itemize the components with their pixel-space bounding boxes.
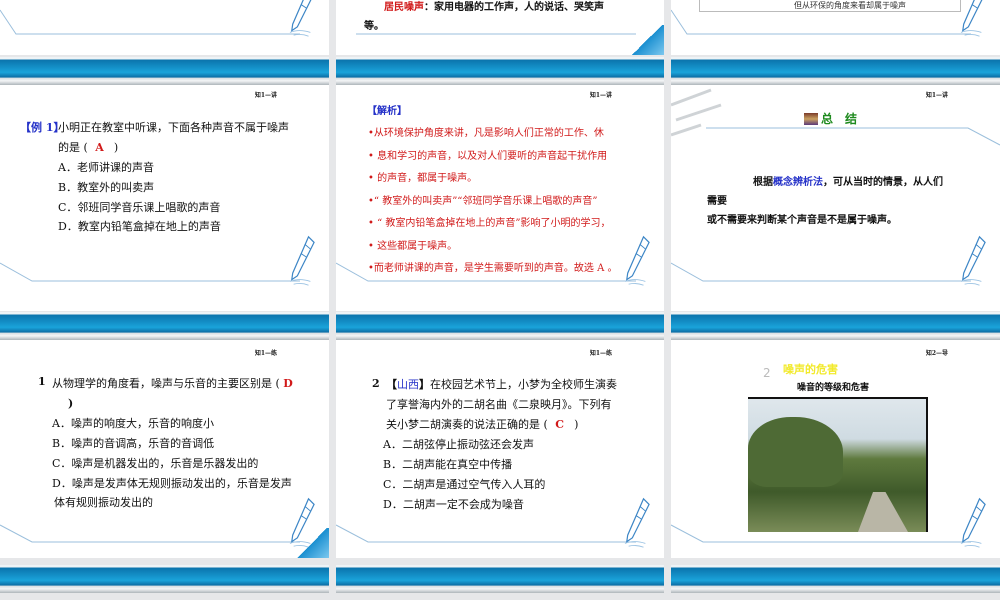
books-icon <box>804 113 818 125</box>
column-2: 居民噪声：家用电器的工作声，人的说话、哭笑声 等。 知1—讲 【解析】 •从环境… <box>336 0 664 600</box>
option: A．噪声的响度大，乐音的响度小 <box>52 417 214 430</box>
slide-banner <box>336 312 664 340</box>
analysis-line: •“ 教室外的叫卖声”“邻班同学音乐课上唱歌的声音” <box>368 196 598 207</box>
option: B．噪声的音调高，乐音的音调低 <box>52 437 215 450</box>
slide-analysis[interactable]: 知1—讲 【解析】 •从环境保护角度来讲，凡是影响人们正常的工作、休 • 息和学… <box>336 85 664 311</box>
question-text: 关小梦二胡演奏的说法正确的是 ( C) <box>386 418 579 431</box>
slide-banner <box>0 57 329 85</box>
option: B．教室外的叫卖声 <box>58 181 155 194</box>
pen-icon <box>289 0 315 37</box>
option: D．教室内铅笔盒掉在地上的声音 <box>58 220 221 233</box>
analysis-title: 【解析】 <box>367 106 407 117</box>
decor-line <box>671 262 971 282</box>
slide-banner <box>336 565 664 593</box>
pen-icon <box>960 498 986 548</box>
option: D．噪声是发声体无规则振动发出的，乐音是发声 <box>52 477 292 490</box>
header-tag: 知1—讲 <box>925 92 948 99</box>
summary-title: 总 结 <box>821 112 858 126</box>
option: C．噪声是机器发出的，乐音是乐器发出的 <box>52 457 259 470</box>
slide-practice-2[interactable]: 知1—练 2 【山西】在校园艺术节上，小梦为全校师生演奏 了享誉海内外的二胡名曲… <box>336 340 664 558</box>
method-highlight: 概念辨析法 <box>773 177 823 188</box>
header-tag: 知1—练 <box>589 350 612 357</box>
column-3: 但从环保的角度来看却属于噪声 知1—讲 总 结 根据概念辨析法，可从当时的情景，… <box>671 0 1000 600</box>
question-number: 2 <box>372 377 380 390</box>
slide-banner <box>671 312 1000 340</box>
option: A．二胡弦停止振动弦还会发声 <box>383 438 534 451</box>
analysis-line: • “ 教室内铅笔盒掉在地上的声音”影响了小明的学习， <box>368 218 611 229</box>
option: D．二胡声一定不会成为噪音 <box>383 498 524 511</box>
header-tag: 知1—讲 <box>254 92 277 99</box>
slide-thumbnail[interactable]: 居民噪声：家用电器的工作声，人的说话、哭笑声 等。 <box>336 0 664 55</box>
question-text: ) <box>68 397 74 410</box>
answer: D <box>283 377 293 390</box>
analysis-line: • 这些都属于噪声。 <box>368 241 458 252</box>
option: C．邻班同学音乐课上唱歌的声音 <box>58 201 221 214</box>
pen-icon <box>624 236 650 286</box>
slide-summary[interactable]: 知1—讲 总 结 根据概念辨析法，可从当时的情景，从人们 需要 或不需要来判断某… <box>671 85 1000 311</box>
pen-icon <box>289 236 315 286</box>
video-subtitle: 噪音的等级和危害 <box>797 383 870 393</box>
slide-noise-harm[interactable]: 知2—导 2 噪声的危害 噪音的等级和危害 <box>671 340 1000 558</box>
decor-line <box>336 262 636 282</box>
question-number: 1 <box>38 375 46 388</box>
decor-line <box>0 262 300 282</box>
slide-banner <box>336 57 664 85</box>
summary-text: 根据概念辨析法，可从当时的情景，从人们 <box>753 177 943 188</box>
header-tag: 知2—导 <box>925 350 948 357</box>
analysis-line: •从环境保护角度来讲，凡是影响人们正常的工作、休 <box>368 128 604 139</box>
decor-line <box>671 9 971 35</box>
analysis-line: • 的声音，都属于噪声。 <box>368 173 478 184</box>
slide-banner <box>671 565 1000 593</box>
analysis-line: • 息和学习的声音，以及对人们要听的声音起干扰作用 <box>368 151 608 162</box>
header-tag: 知1—讲 <box>589 92 612 99</box>
summary-text: 需要 <box>707 196 727 207</box>
question-text: 的是 ( A) <box>58 141 119 154</box>
decor-line <box>0 9 300 35</box>
slide-thumbnail[interactable]: 但从环保的角度来看却属于噪声 <box>671 0 1000 55</box>
decor-line <box>671 524 971 543</box>
answer: A <box>95 141 104 154</box>
video-frame-park-path[interactable] <box>748 397 928 532</box>
pen-icon <box>960 236 986 286</box>
header-tag: 知1—练 <box>254 350 277 357</box>
section-number: 2 <box>763 366 771 380</box>
answer: C <box>555 418 565 431</box>
option: B．二胡声能在真空中传播 <box>383 458 513 471</box>
slide-practice-1[interactable]: 知1—练 1 从物理学的角度看，噪声与乐音的主要区别是 ( D ) A．噪声的响… <box>0 340 329 558</box>
column-1: 知1—讲 【例 1】 小明正在教室中听课，下面各种声音不属于噪声 的是 ( A)… <box>0 0 329 600</box>
decor-line <box>336 524 636 543</box>
decor-line <box>356 33 636 35</box>
question-text: 了享誉海内外的二胡名曲《二泉映月》。下列有 <box>386 398 612 411</box>
pen-icon <box>624 498 650 548</box>
decor-line <box>706 127 1000 146</box>
question-text: 从物理学的角度看，噪声与乐音的主要区别是 ( D <box>52 377 293 390</box>
source-tag: 山西 <box>397 378 419 391</box>
slide-banner <box>0 312 329 340</box>
section-title: 噪声的危害 <box>783 363 838 376</box>
question-text: 【山西】在校园艺术节上，小梦为全校师生演奏 <box>386 378 617 391</box>
tree <box>748 417 843 487</box>
option: A．老师讲课的声音 <box>58 161 154 174</box>
slide-banner <box>671 57 1000 85</box>
slide-banner <box>0 565 329 593</box>
slide-example-1[interactable]: 知1—讲 【例 1】 小明正在教室中听课，下面各种声音不属于噪声 的是 ( A)… <box>0 85 329 311</box>
slide-thumbnail[interactable] <box>0 0 329 55</box>
pen-icon <box>960 0 986 37</box>
question-text: 小明正在教室中听课，下面各种声音不属于噪声 <box>58 121 289 134</box>
decor-line <box>0 524 300 543</box>
option-continued: 体有规则振动发出的 <box>54 496 153 509</box>
option: C．二胡声是通过空气传入人耳的 <box>383 478 546 491</box>
summary-text: 或不需要来判断某个声音是不是属于噪声。 <box>707 215 897 226</box>
